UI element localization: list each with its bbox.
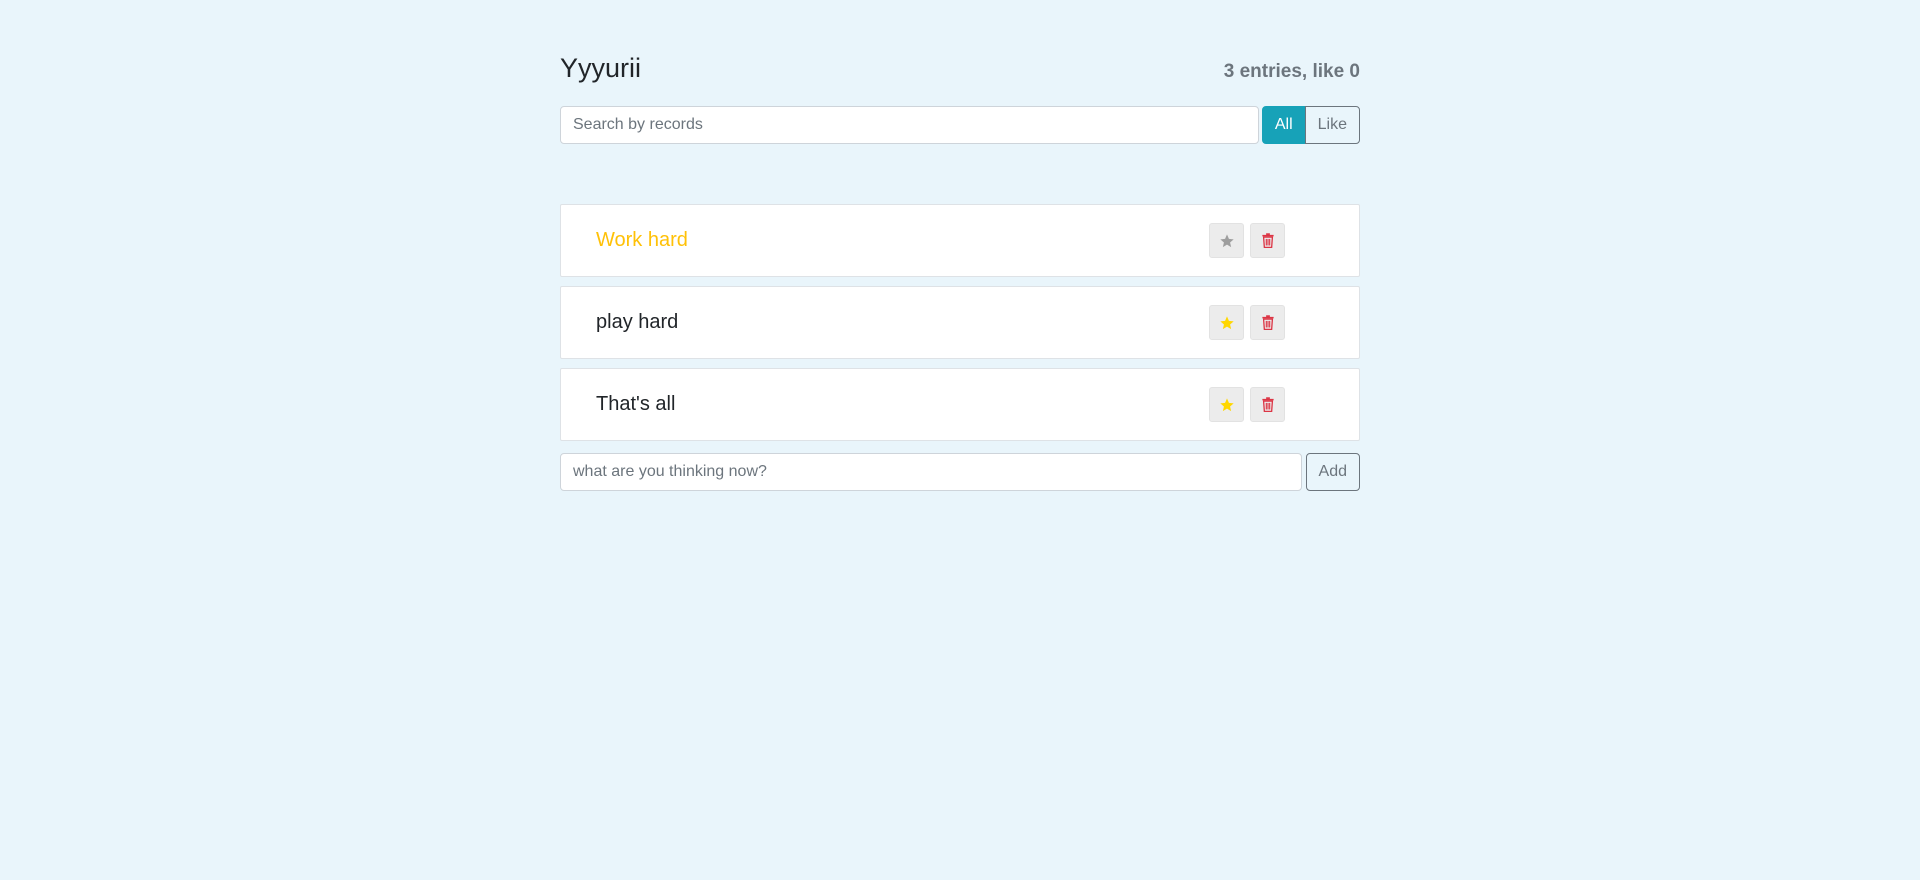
trash-icon: [1261, 233, 1274, 248]
star-icon: [1219, 397, 1234, 411]
list-item: That's all: [560, 368, 1360, 441]
list-item: play hard: [560, 286, 1360, 359]
list-item-label[interactable]: That's all: [596, 393, 1209, 416]
app-header: Yyyurii 3 entries, like 0: [560, 50, 1360, 86]
add-button[interactable]: Add: [1305, 453, 1360, 491]
list-item-actions: [1209, 387, 1285, 422]
app-container: Yyyurii 3 entries, like 0 All Like Work …: [560, 50, 1360, 491]
list-item-actions: [1209, 223, 1285, 258]
like-button[interactable]: [1209, 305, 1244, 340]
trash-icon: [1261, 315, 1274, 330]
filter-all-button[interactable]: All: [1261, 106, 1306, 144]
filter-button-group: All Like: [1261, 106, 1360, 144]
delete-button[interactable]: [1250, 387, 1285, 422]
list-item-label[interactable]: play hard: [596, 311, 1209, 334]
entries-count: 3 entries, like 0: [1223, 61, 1360, 82]
new-item-input[interactable]: [560, 453, 1302, 491]
list-item: Work hard: [560, 204, 1360, 277]
like-button[interactable]: [1209, 223, 1244, 258]
trash-icon: [1261, 397, 1274, 412]
post-list: Work hard play hard That's all: [560, 204, 1360, 441]
filter-like-button[interactable]: Like: [1304, 106, 1360, 144]
search-input[interactable]: [560, 106, 1259, 144]
add-item-form: Add: [560, 453, 1360, 491]
delete-button[interactable]: [1250, 223, 1285, 258]
star-icon: [1219, 233, 1234, 247]
delete-button[interactable]: [1250, 305, 1285, 340]
star-icon: [1219, 315, 1234, 329]
search-panel: All Like: [560, 106, 1360, 144]
app-title: Yyyurii: [560, 52, 642, 83]
list-item-actions: [1209, 305, 1285, 340]
list-item-label[interactable]: Work hard: [596, 229, 1209, 252]
like-button[interactable]: [1209, 387, 1244, 422]
